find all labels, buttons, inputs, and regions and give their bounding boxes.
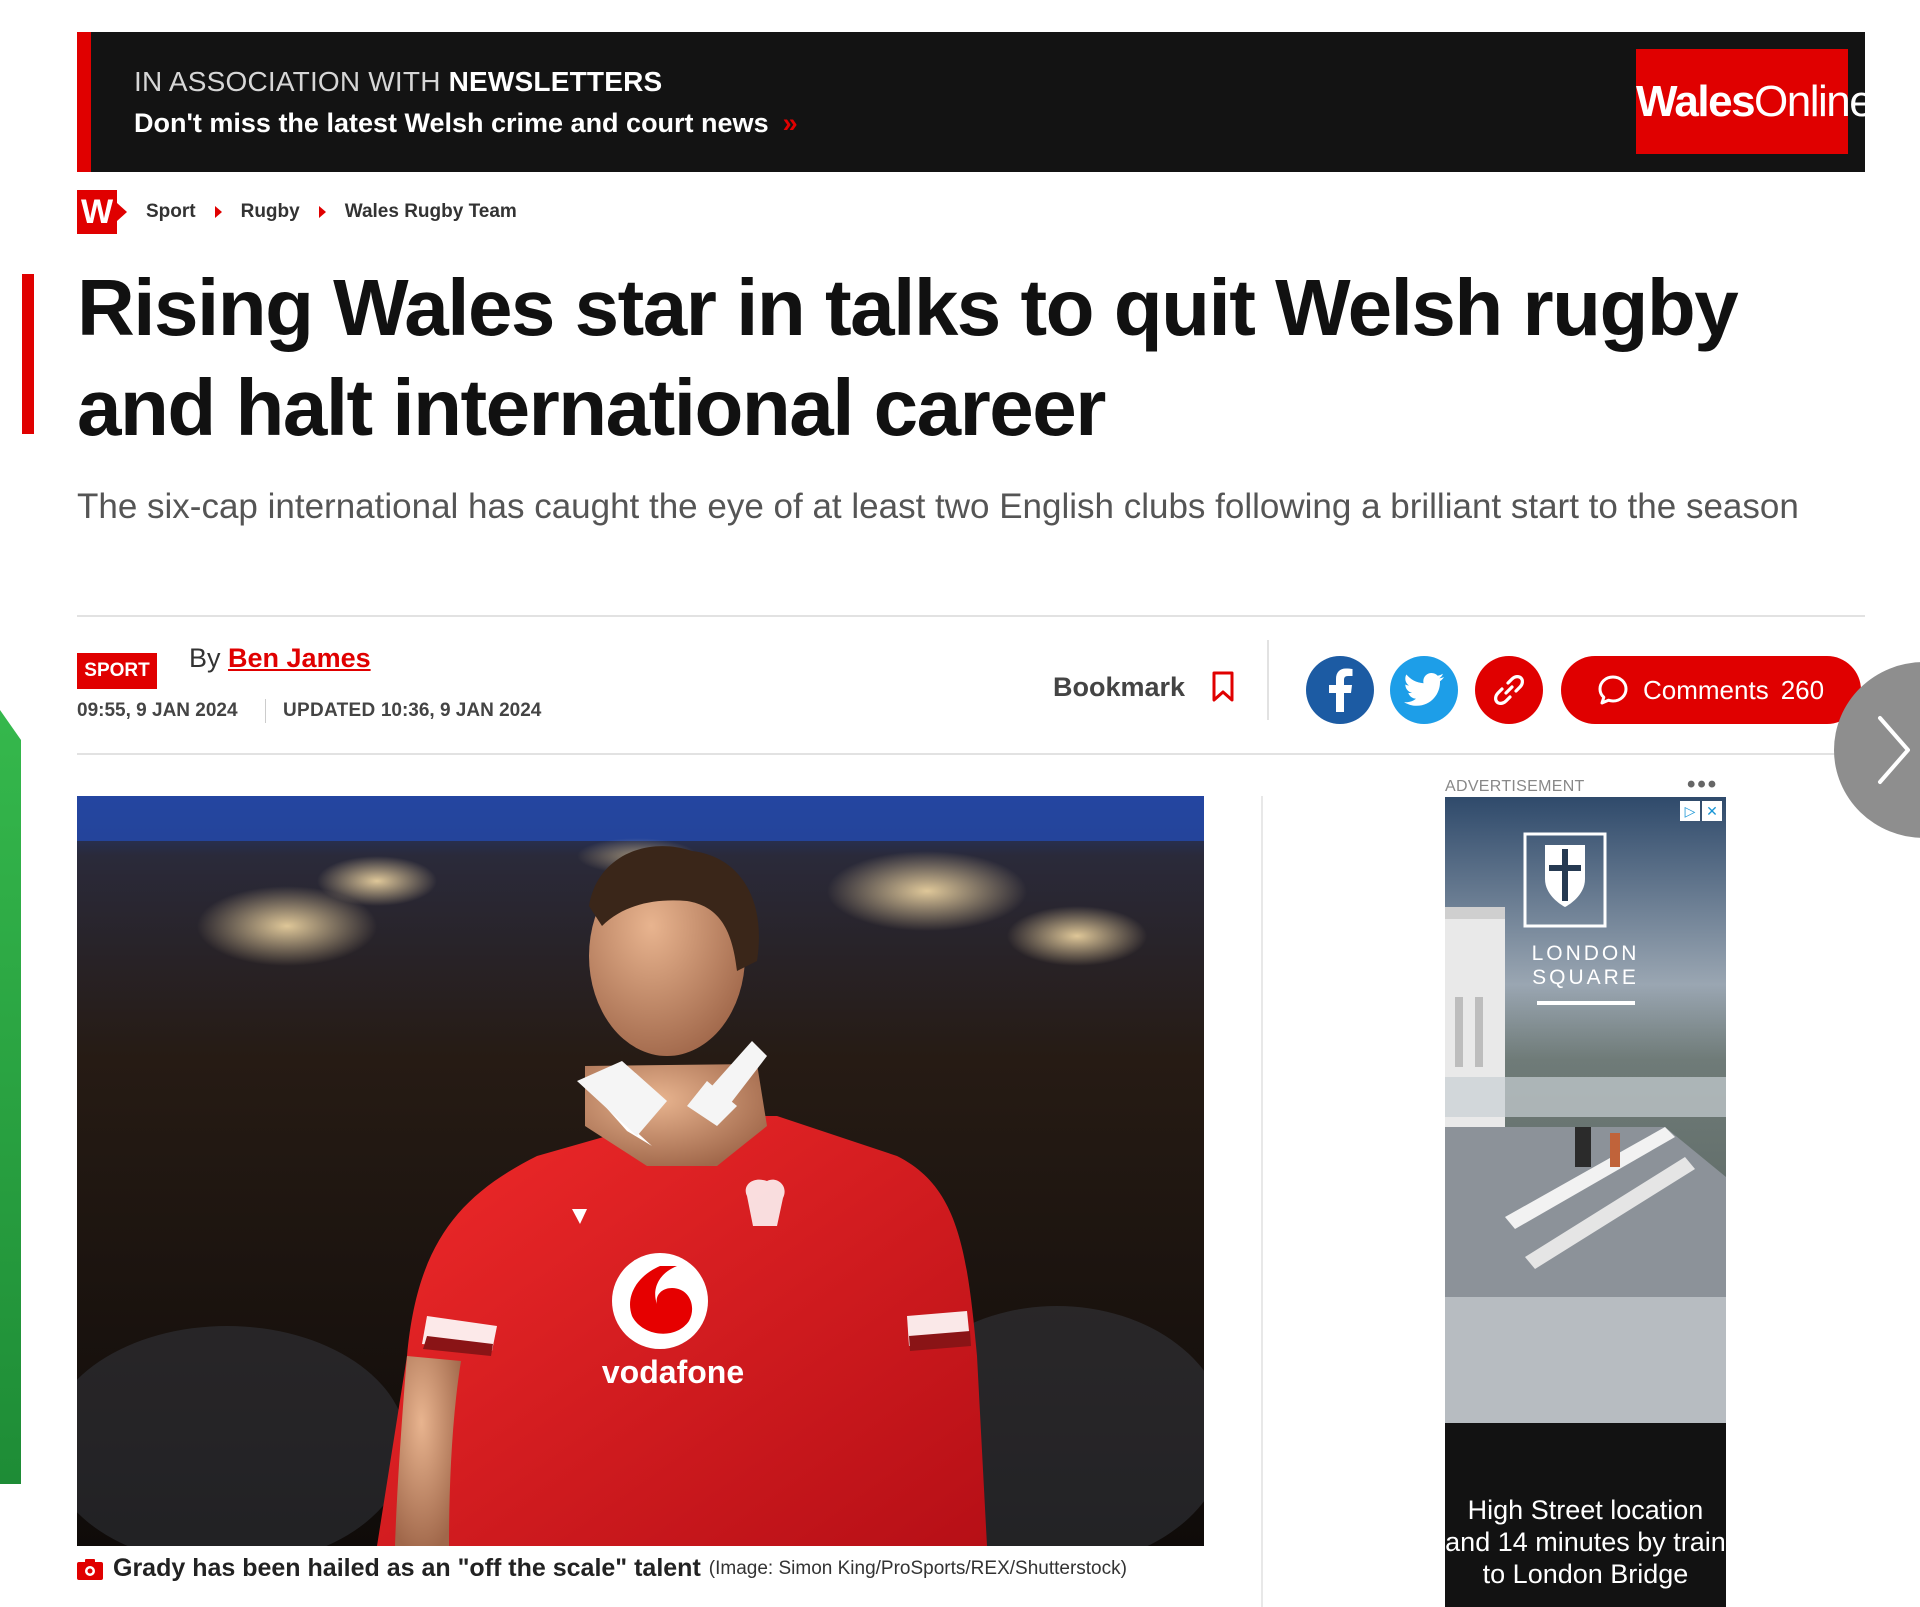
ad-info-icon[interactable]: ▷ — [1680, 801, 1700, 821]
column-divider — [1261, 796, 1263, 1607]
promo-association-line: IN ASSOCIATION WITH NEWSLETTERS — [134, 66, 663, 97]
bookmark-label: Bookmark — [1053, 671, 1186, 702]
divider — [77, 753, 1865, 755]
advertisement-label: ADVERTISEMENT — [1445, 778, 1585, 795]
share-divider — [1267, 640, 1269, 720]
shirt-sponsor-text: vodafone — [602, 1354, 744, 1390]
caption-text: Grady has been hailed as an "off the sca… — [113, 1554, 701, 1582]
site-w-badge[interactable]: W — [77, 190, 127, 234]
newsletter-promo-banner[interactable]: IN ASSOCIATION WITH NEWSLETTERS Don't mi… — [77, 32, 1874, 172]
ad-brand: LONDON SQUARE — [1531, 942, 1640, 989]
promo-newsletter-link[interactable]: Don't miss the latest Welsh crime and co… — [134, 108, 798, 139]
caption-credit: (Image: Simon King/ProSports/REX/Shutter… — [708, 1557, 1127, 1579]
facebook-icon — [1329, 668, 1353, 712]
image-caption: Grady has been hailed as an "off the sca… — [77, 1554, 1127, 1583]
byline: By Ben James — [189, 643, 371, 673]
close-icon[interactable]: ✕ — [1702, 801, 1722, 821]
copy-link-button[interactable] — [1475, 656, 1543, 724]
published-date: 09:55, 9 JAN 2024 — [77, 700, 238, 721]
promo-accent-bar — [77, 32, 91, 172]
walesonline-logo[interactable]: WalesOnline — [1636, 49, 1874, 154]
comments-button[interactable]: Comments 260 — [1561, 656, 1861, 724]
bookmark-icon — [1212, 671, 1234, 702]
date-divider — [265, 699, 266, 723]
ad-choices[interactable]: ▷ ✕ — [1680, 801, 1722, 821]
camera-icon — [77, 1558, 103, 1580]
rugby-player-photo: vodafone — [77, 796, 1204, 1546]
ad-artwork — [1445, 797, 1726, 1423]
headline-accent-bar — [22, 274, 34, 434]
bookmark-button[interactable]: Bookmark — [1053, 671, 1235, 703]
breadcrumb-sport[interactable]: Sport — [146, 201, 196, 223]
breadcrumb-wales-rugby-team[interactable]: Wales Rugby Team — [345, 201, 517, 223]
chevron-right-icon — [1878, 716, 1910, 784]
updated-date: UPDATED 10:36, 9 JAN 2024 — [283, 700, 542, 721]
breadcrumb-rugby[interactable]: Rugby — [241, 201, 300, 223]
ad-copy: High Street location and 14 minutes by t… — [1445, 1495, 1726, 1589]
ad-options-icon[interactable]: ••• — [1687, 773, 1718, 797]
section-tag[interactable]: SPORT — [77, 653, 157, 689]
comments-label: Comments — [1643, 674, 1769, 705]
advertisement-banner[interactable]: ▷ ✕ LONDON SQUARE High Street location a… — [1445, 797, 1726, 1607]
hero-image[interactable]: vodafone — [77, 796, 1204, 1546]
double-chevron-icon: » — [782, 108, 798, 138]
article-headline: Rising Wales star in talks to quit Welsh… — [77, 263, 1739, 452]
breadcrumb-arrow-icon — [214, 206, 222, 218]
link-icon — [1494, 675, 1524, 705]
article-standfirst: The six-cap international has caught the… — [77, 487, 1799, 526]
comments-count: 260 — [1780, 674, 1825, 705]
promo-newsletters-label: NEWSLETTERS — [448, 66, 663, 97]
author-link[interactable]: Ben James — [228, 643, 371, 673]
side-panel-edge[interactable] — [0, 710, 21, 1484]
twitter-share-button[interactable] — [1390, 656, 1458, 724]
twitter-icon — [1404, 673, 1444, 706]
comment-icon — [1598, 675, 1628, 705]
breadcrumb-arrow-icon — [318, 206, 326, 218]
divider — [77, 615, 1865, 617]
breadcrumb: W Sport Rugby Wales Rugby Team — [77, 190, 517, 234]
facebook-share-button[interactable] — [1306, 656, 1374, 724]
